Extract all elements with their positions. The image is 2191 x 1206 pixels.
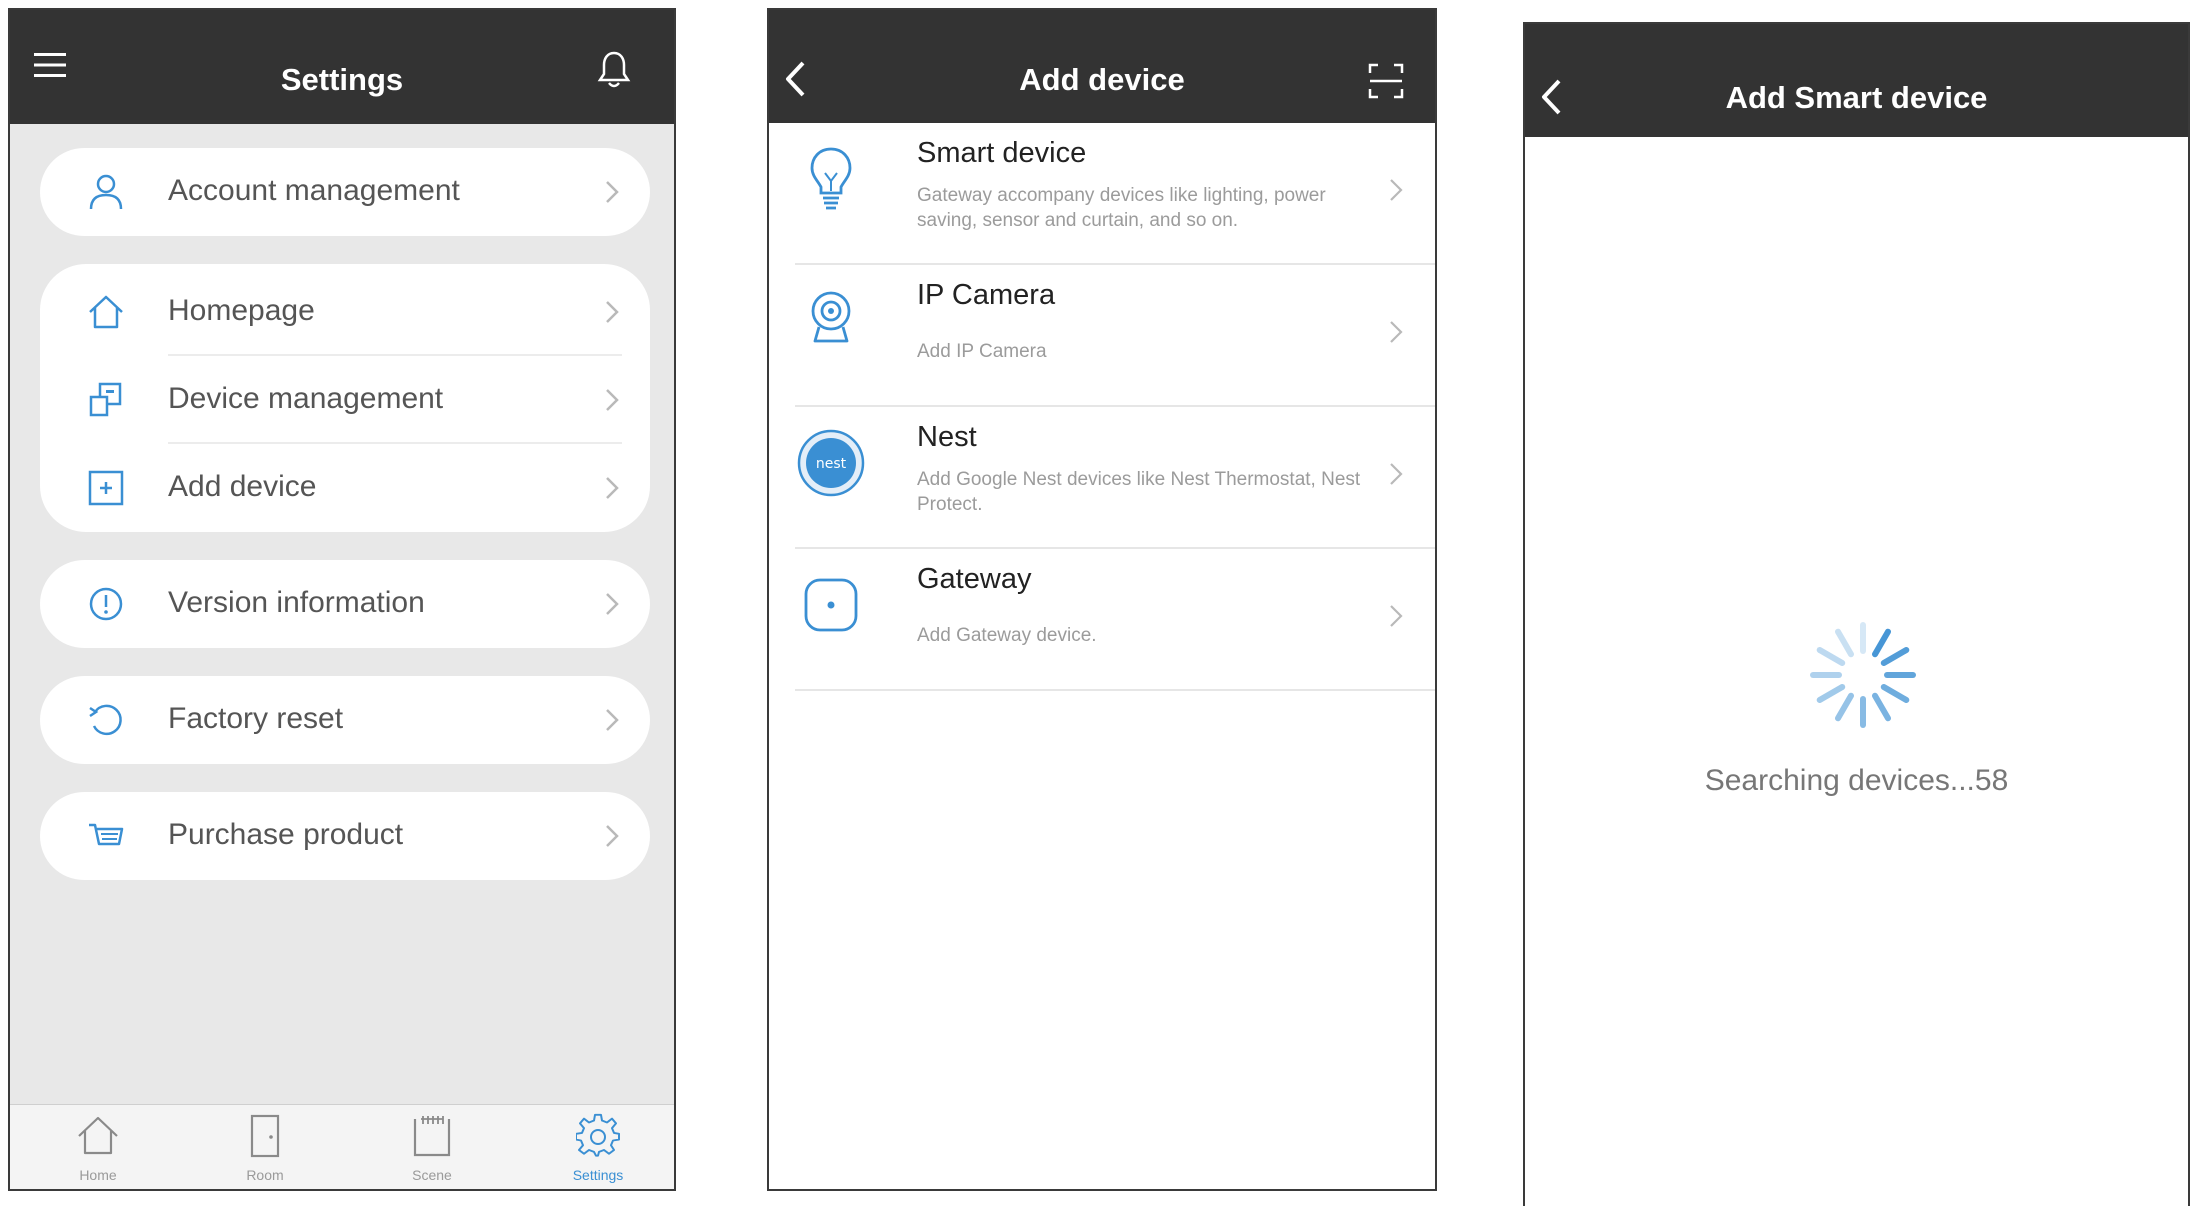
- chevron-right-icon: [606, 301, 619, 323]
- chevron-right-icon: [606, 593, 619, 615]
- nest-icon: nest: [797, 429, 865, 497]
- device-type-description: Add IP Camera: [917, 341, 1047, 362]
- scene-icon: [413, 1116, 451, 1157]
- tab-scene[interactable]: Scene: [372, 1105, 492, 1189]
- add-box-icon: [88, 470, 124, 506]
- tab-settings[interactable]: Settings: [538, 1105, 658, 1189]
- chevron-right-icon: [1390, 179, 1403, 201]
- page-title: Add device: [1019, 62, 1185, 97]
- settings-item-factory-reset[interactable]: Factory reset: [40, 676, 650, 764]
- tab-label: Scene: [412, 1167, 452, 1183]
- tab-label: Home: [79, 1167, 117, 1183]
- chevron-right-icon: [1390, 605, 1403, 627]
- settings-item-label: Purchase product: [168, 818, 404, 851]
- factory-reset-card: Factory reset: [40, 676, 650, 764]
- lightbulb-icon: [810, 147, 852, 210]
- spinner-tick: [1816, 647, 1846, 666]
- purchase-card: Purchase product: [40, 792, 650, 880]
- settings-item-label: Version information: [168, 586, 425, 619]
- person-icon: [89, 174, 123, 210]
- chevron-right-icon: [1390, 321, 1403, 343]
- spinner-tick: [1835, 692, 1854, 722]
- settings-item-label: Account management: [168, 174, 460, 207]
- spinner-tick: [1872, 628, 1891, 658]
- settings-item-version-information[interactable]: Version information: [40, 560, 650, 648]
- loading-spinner-icon: [1810, 622, 1916, 728]
- device-type-description: Add Google Nest devices like Nest Thermo…: [917, 469, 1361, 515]
- chevron-right-icon: [1390, 463, 1403, 485]
- reset-icon: [89, 704, 122, 736]
- bottom-tab-bar: Home Room Scene Settings: [10, 1104, 674, 1189]
- settings-item-device-management[interactable]: Device management: [40, 356, 650, 444]
- account-card: Account management: [40, 148, 650, 236]
- settings-item-homepage[interactable]: Homepage: [40, 268, 650, 356]
- add-smart-device-screen: Add Smart device Searching devices...58: [1523, 22, 2190, 1206]
- device-type-nest[interactable]: nest Nest Add Google Nest devices like N…: [795, 407, 1435, 549]
- device-type-ip-camera[interactable]: IP Camera Add IP Camera: [795, 265, 1435, 407]
- settings-item-purchase-product[interactable]: Purchase product: [40, 792, 650, 880]
- gear-icon: [576, 1113, 620, 1157]
- device-type-smart-device[interactable]: Smart device Gateway accompany devices l…: [795, 123, 1435, 265]
- page-title: Settings: [280, 62, 404, 97]
- home-icon: [78, 1116, 118, 1155]
- chevron-right-icon: [606, 825, 619, 847]
- settings-item-label: Factory reset: [168, 702, 344, 735]
- device-type-title: Nest: [917, 421, 977, 453]
- device-management-icon: [89, 382, 122, 417]
- settings-item-label: Add device: [168, 470, 317, 503]
- tab-home[interactable]: Home: [38, 1105, 158, 1189]
- cart-icon: [89, 823, 124, 846]
- gateway-icon: [804, 578, 858, 632]
- info-icon: [89, 587, 123, 621]
- spinner-tick: [1880, 647, 1910, 666]
- camera-icon: [811, 291, 851, 343]
- add-device-header: Add device: [769, 10, 1435, 123]
- chevron-right-icon: [606, 477, 619, 499]
- home-icon: [89, 295, 123, 329]
- settings-header: Settings: [10, 10, 674, 124]
- bell-icon[interactable]: [596, 50, 632, 90]
- scan-icon[interactable]: [1367, 62, 1405, 100]
- add-device-screen: Add device Smart device Gateway accompan…: [767, 8, 1437, 1191]
- chevron-right-icon: [606, 181, 619, 203]
- chevron-right-icon: [606, 389, 619, 411]
- settings-item-account-management[interactable]: Account management: [40, 148, 650, 236]
- device-type-description: Add Gateway device.: [917, 625, 1097, 646]
- spinner-tick: [1816, 684, 1846, 703]
- spinner-tick: [1835, 628, 1854, 658]
- device-type-title: Smart device: [917, 137, 1087, 169]
- device-type-description: Gateway accompany devices like lighting,…: [917, 185, 1326, 231]
- nest-logo-text: nest: [816, 456, 847, 472]
- chevron-right-icon: [606, 709, 619, 731]
- device-type-gateway[interactable]: Gateway Add Gateway device.: [795, 549, 1435, 691]
- door-icon: [250, 1114, 280, 1158]
- settings-screen: Settings Account management Homepage Dev…: [8, 8, 676, 1191]
- page-title: Add Smart device: [1725, 80, 1988, 115]
- device-settings-card: Homepage Device management Add device: [40, 264, 650, 532]
- device-type-title: IP Camera: [917, 279, 1056, 311]
- spinner-tick: [1872, 692, 1891, 722]
- tab-label: Room: [246, 1167, 284, 1183]
- settings-item-label: Device management: [168, 382, 444, 415]
- spinner-tick: [1880, 684, 1910, 703]
- device-type-title: Gateway: [917, 563, 1032, 595]
- settings-item-add-device[interactable]: Add device: [40, 444, 650, 532]
- settings-item-label: Homepage: [168, 294, 315, 327]
- searching-status-text: Searching devices...58: [1704, 764, 2009, 797]
- add-smart-device-header: Add Smart device: [1525, 24, 2188, 137]
- tab-room[interactable]: Room: [205, 1105, 325, 1189]
- tab-label: Settings: [572, 1167, 624, 1183]
- version-card: Version information: [40, 560, 650, 648]
